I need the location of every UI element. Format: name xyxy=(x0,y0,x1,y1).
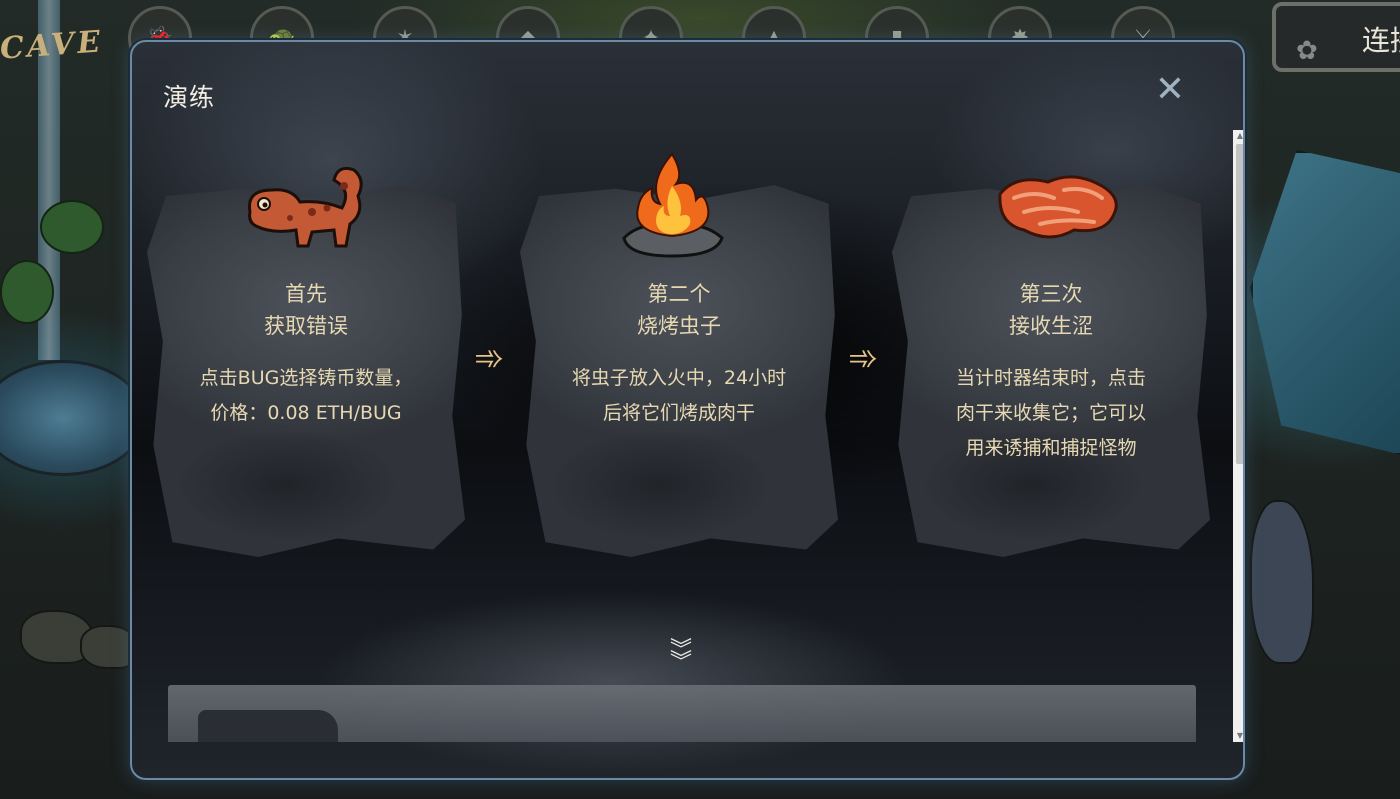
step-3-description: 当计时器结束时，点击 肉干来收集它；它可以 用来诱捕和捕捉怪物 xyxy=(892,361,1210,466)
connect-button-label: 连接 xyxy=(1362,24,1400,57)
step-1-text: 首先 获取错误 点击BUG选择铸币数量， 价格：0.08 ETH/BUG xyxy=(147,278,465,431)
step-1-description-line: 价格：0.08 ETH/BUG xyxy=(210,402,402,424)
treasure-chest[interactable] xyxy=(1250,500,1314,664)
step-2-description-line: 后将它们烤成肉干 xyxy=(602,402,755,424)
jerky-icon xyxy=(998,175,1118,239)
chevron-down-icon: ︾ xyxy=(669,650,692,675)
modal-title: 演练 xyxy=(163,83,216,112)
scroll-down-chevron-icon[interactable]: ︾ ︾ xyxy=(666,640,696,675)
step-2-heading: 第二个 xyxy=(647,282,711,306)
scroll-up-arrow[interactable]: ▲ xyxy=(1233,130,1243,142)
step-3-subheading: 接收生涩 xyxy=(1009,314,1093,338)
step-1-heading: 首先 xyxy=(285,282,327,306)
next-section-card xyxy=(198,710,338,742)
next-arrow-icon: ➾ xyxy=(474,338,505,379)
cave-logo: CAVE xyxy=(0,24,105,67)
modal-scroll-content[interactable]: 首先 获取错误 点击BUG选择铸币数量， 价格：0.08 ETH/BUG ➾ 第… xyxy=(132,130,1242,742)
campfire-icon xyxy=(622,152,724,258)
bug-creature-icon xyxy=(247,166,363,248)
step-3-text: 第三次 接收生涩 当计时器结束时，点击 肉干来收集它；它可以 用来诱捕和捕捉怪物 xyxy=(892,278,1210,466)
bush xyxy=(0,260,54,324)
wallet-icon: ✿ xyxy=(1296,36,1318,66)
step-3-heading: 第三次 xyxy=(1019,282,1083,306)
modal-scrollbar[interactable]: ▲ ▼ xyxy=(1233,130,1243,742)
step-1-subheading: 获取错误 xyxy=(264,314,348,338)
step-3-description-line: 当计时器结束时，点击 xyxy=(955,367,1146,389)
scrollbar-thumb[interactable] xyxy=(1236,144,1243,464)
step-3-description-line: 用来诱捕和捕捉怪物 xyxy=(965,437,1137,459)
step-2-subheading: 烧烤虫子 xyxy=(637,314,721,338)
next-arrow-icon: ➾ xyxy=(848,338,879,379)
step-3-description-line: 肉干来收集它；它可以 xyxy=(955,402,1146,424)
step-1-description: 点击BUG选择铸币数量， 价格：0.08 ETH/BUG xyxy=(147,361,465,431)
scroll-down-arrow[interactable]: ▼ xyxy=(1233,730,1243,742)
step-2-description-line: 将虫子放入火中，24小时 xyxy=(571,367,787,389)
step-2-text: 第二个 烧烤虫子 将虫子放入火中，24小时 后将它们烤成肉干 xyxy=(520,278,838,431)
connect-button[interactable]: ✿ 连接 xyxy=(1272,2,1400,72)
close-icon[interactable]: ✕ xyxy=(1152,72,1188,108)
step-2-description: 将虫子放入火中，24小时 后将它们烤成肉干 xyxy=(520,361,838,431)
step-1-description-line: 点击BUG选择铸币数量， xyxy=(199,367,413,389)
bush xyxy=(40,200,104,254)
walkthrough-modal: 演练 ✕ 首先 获取错误 点击BUG选择铸币数量， 价格：0.08 ETH/BU… xyxy=(130,40,1245,780)
